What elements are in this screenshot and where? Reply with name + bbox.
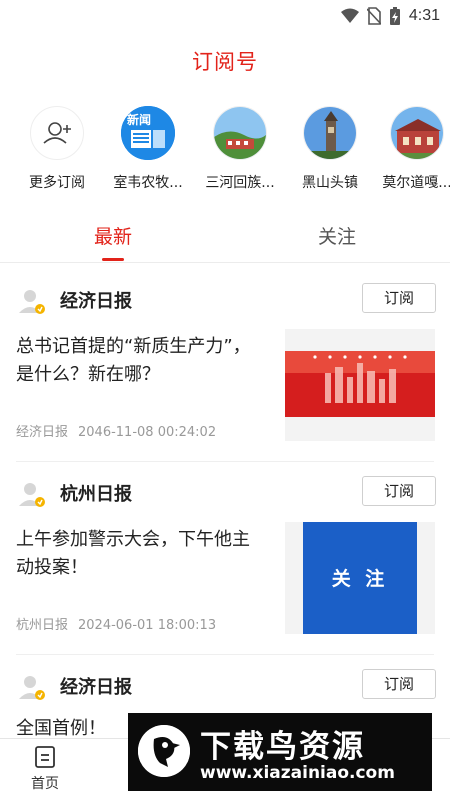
status-bar: 4:31 [0, 0, 450, 30]
subscribe-button[interactable]: 订阅 [362, 669, 436, 699]
battery-charging-icon [389, 7, 400, 25]
article-thumbnail[interactable]: 关 注 [285, 522, 435, 634]
article-headline[interactable]: 总书记首提的“新质生产力”，是什么？新在哪？ [16, 333, 266, 389]
watermark-banner: 下载鸟资源 www.xiazainiao.com [128, 713, 432, 791]
bird-icon [138, 725, 190, 777]
meta-source: 经济日报 [16, 425, 69, 440]
building-icon [391, 107, 443, 159]
sub-label: 三河回族... [205, 175, 275, 191]
news-badge: 新闻 [127, 113, 152, 127]
blue-poster: 关 注 [303, 522, 417, 634]
sub-label: 室韦农牧... [113, 175, 183, 191]
subscription-item-moerdaoga[interactable]: 莫尔道嘎... [372, 106, 450, 192]
default-avatar-icon [19, 483, 45, 507]
article-headline[interactable]: 上午参加警示大会，下午他主动投案！ [16, 526, 266, 582]
status-time: 4:31 [408, 7, 440, 24]
card-header: 经济日报 订阅 [16, 281, 436, 317]
no-sim-icon [366, 7, 381, 25]
card-header: 杭州日报 订阅 [16, 474, 436, 510]
landscape-avatar [213, 106, 267, 160]
meta-source: 杭州日报 [16, 618, 69, 633]
nav-home-label: 首页 [31, 776, 59, 792]
watermark-url: www.xiazainiao.com [200, 763, 395, 783]
default-avatar-icon [19, 676, 45, 700]
building-avatar [390, 106, 444, 160]
article-meta: 杭州日报 2024-06-01 18:00:13 [16, 614, 216, 633]
subscription-item-heishantou[interactable]: 黑山头镇 [285, 106, 375, 192]
meta-time: 2046-11-08 00:24:02 [78, 425, 217, 440]
more-subscriptions-item[interactable]: 更多订阅 [12, 106, 102, 192]
add-user-icon [43, 122, 71, 144]
subscription-item-shiwei[interactable]: 新闻 室韦农牧... [103, 106, 193, 192]
tower-icon [304, 107, 356, 159]
card-header: 经济日报 订阅 [16, 667, 436, 703]
article-meta: 经济日报 2046-11-08 00:24:02 [16, 421, 216, 440]
tab-latest[interactable]: 最新 [53, 222, 173, 249]
watermark-title: 下载鸟资源 [200, 729, 365, 765]
source-name: 经济日报 [60, 677, 132, 698]
add-user-avatar [30, 106, 84, 160]
nav-home[interactable]: 首页 [5, 745, 85, 793]
subscribe-button[interactable]: 订阅 [362, 476, 436, 506]
page-title: 订阅号 [192, 50, 258, 74]
landscape-icon [214, 107, 266, 159]
tower-avatar [303, 106, 357, 160]
article-thumbnail[interactable] [285, 329, 435, 441]
sub-label: 莫尔道嘎... [382, 175, 450, 191]
tabs-divider [0, 262, 450, 263]
news-avatar: 新闻 [121, 106, 175, 160]
sub-label: 黑山头镇 [302, 175, 358, 191]
source-name: 经济日报 [60, 291, 132, 312]
source-name: 杭州日报 [60, 484, 132, 505]
home-icon [35, 746, 55, 768]
subscription-item-sanhe[interactable]: 三河回族... [195, 106, 285, 192]
city-skyline-image [285, 329, 435, 441]
active-tab-indicator [102, 258, 124, 261]
wifi-icon [340, 8, 359, 23]
subscribe-button[interactable]: 订阅 [362, 283, 436, 313]
card-divider [16, 461, 434, 462]
sub-label: 更多订阅 [29, 175, 85, 191]
tab-bar: 最新 关注 [0, 214, 450, 262]
default-avatar-icon [19, 290, 45, 314]
meta-time: 2024-06-01 18:00:13 [78, 618, 217, 633]
watermark-bird-logo [138, 725, 190, 777]
subscriptions-row: 更多订阅 新闻 室韦农牧... 三河回族... 黑山头镇 莫尔道嘎... [0, 106, 450, 196]
card-divider [16, 654, 434, 655]
tab-following[interactable]: 关注 [277, 222, 397, 249]
poster-text: 关 注 [331, 568, 389, 590]
